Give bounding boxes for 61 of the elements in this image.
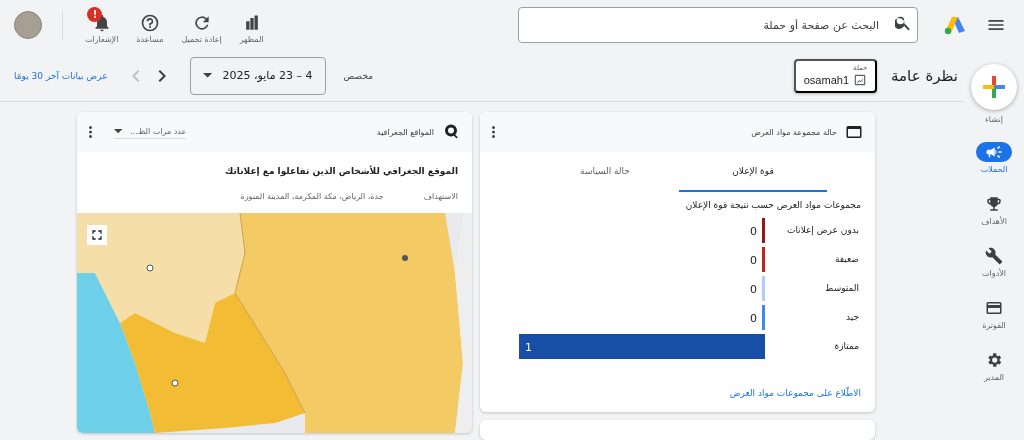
category-label: ممتازة bbox=[834, 341, 859, 351]
bar bbox=[762, 218, 765, 243]
nav-item[interactable]: الأهداف bbox=[976, 194, 1012, 226]
search-icon bbox=[895, 15, 910, 30]
tab[interactable]: حالة السياسة bbox=[531, 152, 679, 192]
chevron-icon bbox=[131, 69, 140, 82]
nav-item[interactable]: الأدوات bbox=[976, 246, 1012, 278]
value-label: 1 bbox=[525, 341, 532, 354]
date-dropdown[interactable]: 4 – 23 مايو، 2025 bbox=[189, 56, 326, 95]
section-heading: الموقع الجغرافي للأشخاص الذين تفاعلوا مع إعلاناتك bbox=[224, 164, 459, 179]
value-label: 0 bbox=[750, 254, 757, 267]
targeting-value: جدة، الرياض، مكة المكرمة، المدينة المنورة bbox=[240, 192, 384, 201]
page-title: نظرة عامة bbox=[891, 66, 958, 85]
trophy-icon bbox=[985, 195, 1003, 213]
chart-title: مجموعات مواد العرض حسب نتيجة قوة الإعلان bbox=[684, 199, 862, 213]
category-label: جيد bbox=[846, 312, 859, 322]
card-title: المواقع الجغرافية bbox=[376, 127, 434, 137]
plus-icon bbox=[983, 76, 1005, 98]
toolbar-button[interactable]: الإشعارات ! bbox=[83, 6, 121, 44]
alert-badge: ! bbox=[87, 6, 103, 22]
asset-groups-link[interactable]: الاطّلاع على مجموعات مواد العرض bbox=[729, 388, 861, 398]
value-label: 0 bbox=[750, 225, 757, 238]
location-search-icon bbox=[442, 123, 460, 141]
bar bbox=[762, 305, 765, 330]
tab[interactable]: قوة الإعلان bbox=[679, 152, 827, 192]
toolbar-button[interactable]: مساعدة bbox=[134, 6, 166, 44]
create-button[interactable] bbox=[971, 64, 1017, 110]
card-icon bbox=[985, 299, 1003, 317]
more-button[interactable] bbox=[89, 126, 92, 138]
toolbar-button[interactable]: المظهر bbox=[237, 6, 266, 44]
more-button[interactable] bbox=[492, 126, 495, 138]
nav-item[interactable]: الفوترة bbox=[976, 298, 1012, 330]
trend-icon bbox=[853, 72, 867, 87]
value-label: 0 bbox=[750, 312, 757, 325]
category-label: المتوسط bbox=[825, 283, 859, 293]
toolbar-button[interactable]: إعادة تحميل bbox=[179, 6, 224, 44]
caret-icon bbox=[202, 73, 212, 78]
help-icon bbox=[139, 12, 160, 33]
nav-item[interactable]: المدير bbox=[976, 350, 1012, 382]
megaphone-icon bbox=[985, 143, 1003, 161]
more-icon bbox=[492, 126, 495, 138]
tools-icon bbox=[985, 247, 1003, 265]
chevron-icon bbox=[157, 69, 166, 82]
caret-icon bbox=[114, 129, 123, 134]
targeting-label: الاستهداف bbox=[423, 192, 458, 201]
category-label: ضعيفة bbox=[834, 254, 859, 264]
category-label: بدون عرض إعلانات bbox=[786, 225, 859, 235]
window-icon bbox=[845, 123, 863, 141]
metric-dropdown[interactable]: عدد مرات الظ... bbox=[114, 125, 187, 139]
fullscreen-icon bbox=[89, 227, 105, 243]
create-label: إنشاء bbox=[985, 115, 1003, 124]
date-label: مخصص bbox=[343, 70, 373, 81]
value-label: 0 bbox=[750, 283, 757, 296]
bar bbox=[762, 247, 765, 272]
more-icon bbox=[89, 126, 92, 138]
avatar[interactable] bbox=[14, 11, 42, 39]
last-30-days-link[interactable]: عرض بيانات آخر 30 يومًا bbox=[14, 70, 108, 81]
logo-icon bbox=[944, 15, 966, 35]
card-title: حالة مجموعة مواد العرض bbox=[751, 127, 837, 137]
fullscreen-button[interactable] bbox=[87, 225, 107, 245]
bar bbox=[762, 276, 765, 301]
